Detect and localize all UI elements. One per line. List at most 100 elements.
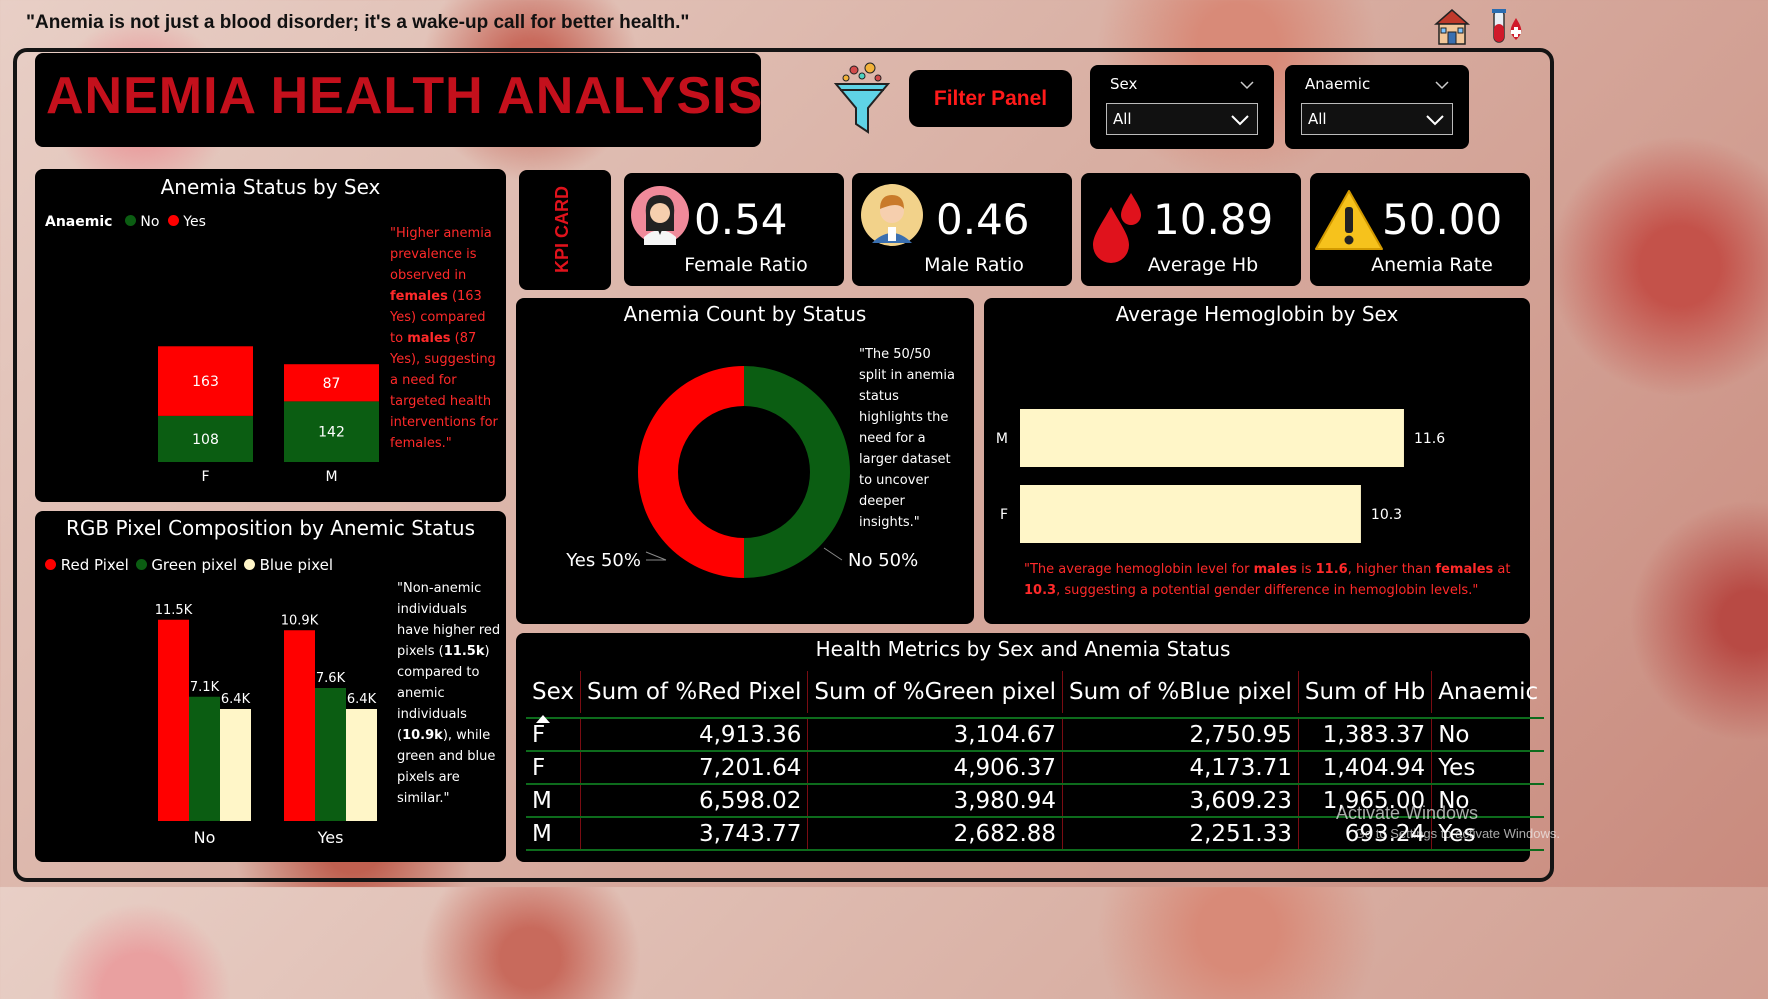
sex-dropdown-value: All [1113,110,1132,128]
rgb-note: "Non-anemic individuals have higher red … [397,578,502,809]
table-cell: 1,404.94 [1297,751,1432,785]
bar-green-pixel [315,688,346,821]
average-hb-label: Average Hb [1147,254,1259,276]
table-cell: M [526,817,581,851]
kpi-card-label-box: KPI CARD [519,170,611,290]
table-row[interactable]: F 7,201.64 4,906.37 4,173.71 1,404.94 Yes [526,751,1545,785]
note-part: , suggesting a potential gender differen… [1056,583,1479,598]
male-ratio-label: Male Ratio [924,254,1024,276]
data-label: 6.4K [221,692,251,707]
note-part: is [1296,562,1316,577]
sex-slicer: Sex All [1090,65,1274,149]
dashboard-title: ANEMIA HEALTH ANALYSIS [46,67,764,125]
x-tick-label: Yes [317,828,344,847]
data-label: 10.9K [281,613,319,628]
anemia-rate-value: 50.00 [1382,195,1503,244]
sort-ascending-icon[interactable] [536,703,550,729]
female-avatar-icon [630,185,690,249]
sex-dropdown[interactable]: All [1106,103,1258,135]
table-cell: 7,201.64 [579,751,808,785]
filter-panel-button[interactable]: Filter Panel [909,70,1072,127]
table-cell: Yes [1431,751,1545,785]
column-header[interactable]: Sum of %Green pixel [807,671,1063,713]
column-header[interactable]: Sex [526,671,580,723]
male-avatar-icon [860,183,924,251]
table-cell: 3,980.94 [807,784,1063,818]
donut-label-yes: Yes 50% [565,550,641,571]
female-ratio-value: 0.54 [694,195,788,244]
hb-bar [1020,409,1404,467]
header-quote: "Anemia is not just a blood disorder; it… [26,12,690,33]
sex-slicer-label: Sex [1110,75,1138,93]
note-emph: males [1253,562,1297,577]
activate-windows-subtitle: Go to Settings to activate Windows. [1354,826,1560,841]
note-emph: 10.3 [1024,583,1057,598]
rgb-chart: 11.5K7.1K6.4KNo10.9K7.6K6.4KYes [155,603,377,847]
data-label: 7.6K [316,671,346,686]
bar-blue-pixel [220,709,251,821]
blood-test-icon[interactable] [1490,8,1524,44]
note-emph: males [407,331,451,346]
hb-by-sex-panel: Average Hemoglobin by Sex M 11.6 F 10.3 "Th… [984,298,1530,624]
table-cell: 4,173.71 [1062,751,1299,785]
data-label: 108 [192,432,219,448]
kpi-male-ratio: 0.46 Male Ratio [852,173,1072,286]
column-header[interactable]: Sum of Hb [1297,671,1432,713]
count-by-status-note: "The 50/50 split in anemia status highli… [859,347,955,530]
table-row[interactable]: F 4,913.36 3,104.67 2,750.95 1,383.37 No [526,718,1545,752]
data-label: 11.5K [155,603,193,618]
note-emph: 11.5k [443,644,485,659]
table-cell: 3,743.77 [579,817,808,851]
hb-bar [1020,485,1361,543]
y-tick-label: F [1000,507,1008,523]
column-header[interactable]: Sum of %Red Pixel [579,671,808,713]
x-tick-label: F [201,469,209,485]
average-hb-value: 10.89 [1153,195,1274,244]
note-emph: 10.9k [402,728,443,743]
anaemic-dropdown-value: All [1308,110,1327,128]
table-cell: 4,906.37 [807,751,1063,785]
data-label: 142 [318,425,345,441]
anaemic-slicer-label: Anaemic [1305,75,1371,93]
count-by-status-panel: Anemia Count by Status Yes 50% No 50% "Th… [516,298,974,624]
male-ratio-value: 0.46 [936,195,1030,244]
note-emph: females [1435,562,1494,577]
status-by-sex-chart: 108 163 F 142 87 M [158,346,379,485]
table-cell: F [526,718,581,752]
note-part: "Higher anemia prevalence is observed in [390,226,492,283]
data-label: 7.1K [190,680,220,695]
anaemic-slicer: Anaemic All [1285,65,1469,149]
donut-slice-no [744,366,850,578]
funnel-icon [832,60,892,140]
note-part: "The average hemoglobin level for [1024,562,1254,577]
warning-icon [1314,189,1384,255]
data-label: 11.6 [1414,431,1445,447]
home-icon[interactable] [1434,8,1470,45]
note-emph: females [390,289,448,304]
status-by-sex-note: "Higher anemia prevalence is observed in… [390,223,500,454]
hb-by-sex-note: "The average hemoglobin level for males … [1024,559,1524,601]
chevron-down-icon[interactable] [1240,75,1254,94]
column-header[interactable]: Sum of %Blue pixel [1062,671,1299,713]
data-label: 6.4K [347,692,377,707]
note-part: (87 Yes), suggesting a need for targeted… [390,331,498,451]
column-header-label: Sex [532,679,574,705]
activate-windows-title: Activate Windows [1335,803,1478,823]
table-cell: 2,750.95 [1062,718,1299,752]
chevron-down-icon [1426,111,1444,130]
table-cell: No [1431,718,1545,752]
anemia-rate-label: Anemia Rate [1371,254,1493,276]
hb-by-sex-chart: M 11.6 F 10.3 [996,409,1445,543]
metrics-title: Health Metrics by Sex and Anemia Status [815,637,1231,661]
bar-green-pixel [189,696,220,821]
column-header[interactable]: Anaemic [1431,671,1545,713]
kpi-female-ratio: 0.54 Female Ratio [624,173,844,286]
table-cell: 2,251.33 [1062,817,1299,851]
rgb-panel: RGB Pixel Composition by Anemic Status R… [35,511,506,862]
table-cell: F [526,751,581,785]
chevron-down-icon[interactable] [1435,75,1449,94]
status-by-sex-panel: Anemia Status by Sex Anaemic No Yes 108 1… [35,169,506,502]
anaemic-dropdown[interactable]: All [1301,103,1453,135]
table-cell: 6,598.02 [579,784,808,818]
kpi-anemia-rate: 50.00 Anemia Rate [1310,173,1530,286]
